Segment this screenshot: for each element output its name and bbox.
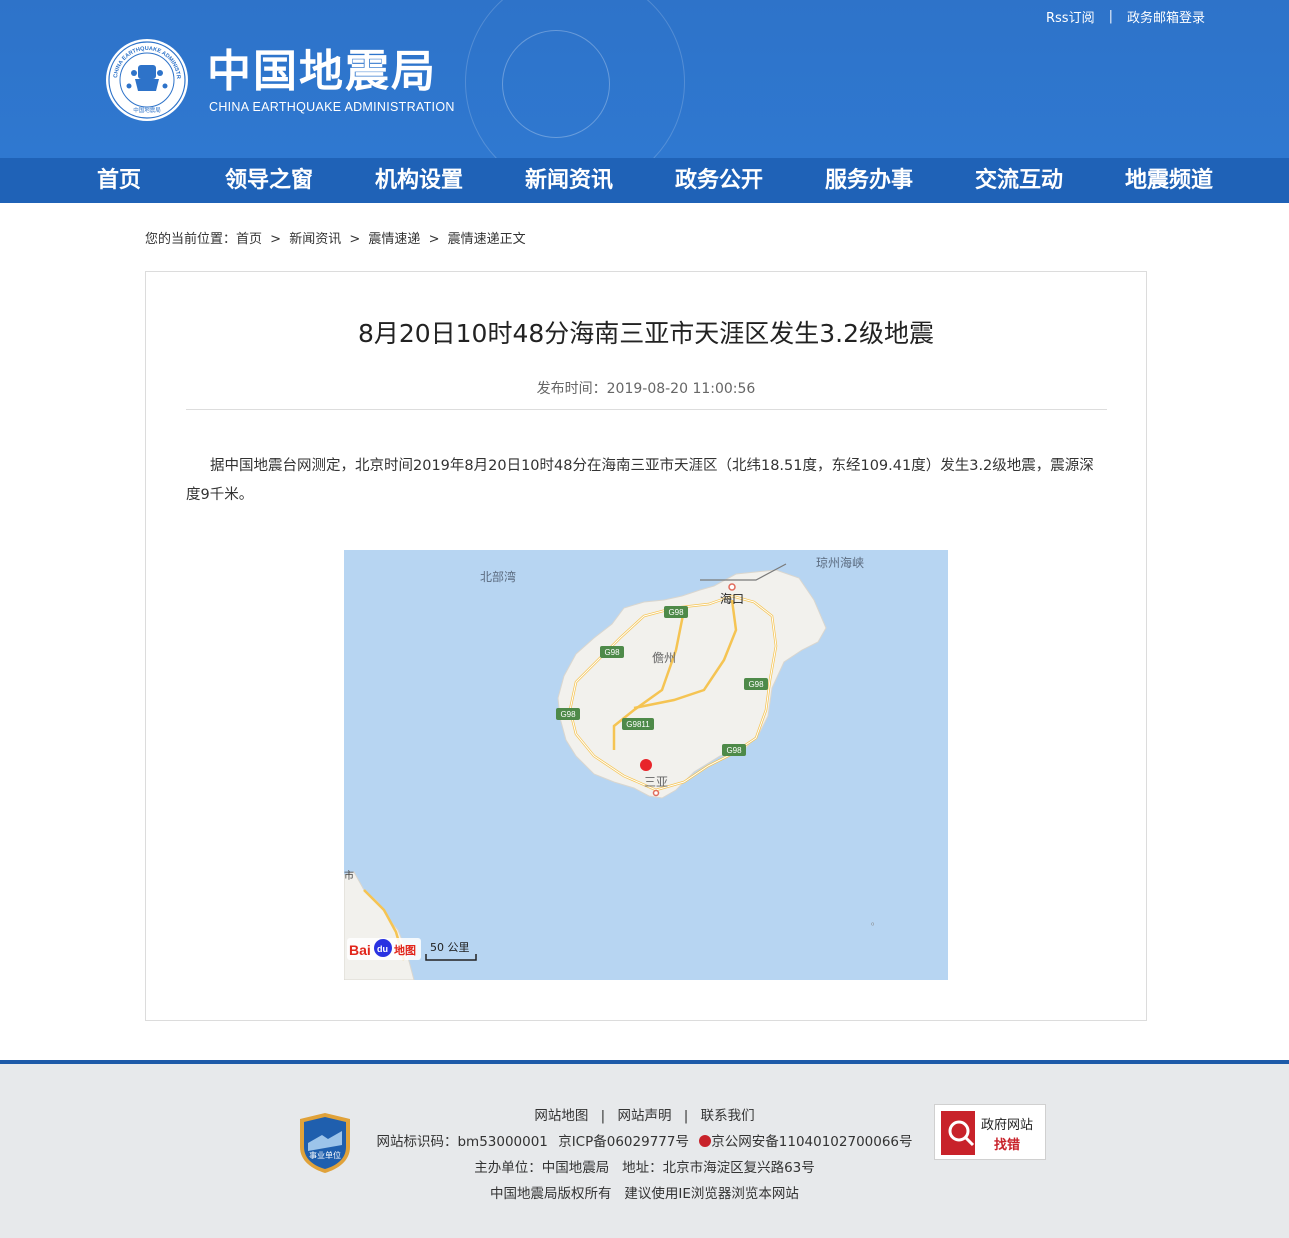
road-label-g98: G98 [604,648,620,657]
icp-number[interactable]: 京ICP备06029777号 [558,1134,689,1150]
footer-link-separator: | [600,1108,606,1124]
police-record-number[interactable]: 京公网安备11040102700066号 [711,1134,912,1150]
map-label-danzhou: 儋州 [652,651,676,665]
nav-item-earthquake-channel[interactable]: 地震频道 [1110,158,1228,203]
top-links: Rss订阅 | 政务邮箱登录 [1046,7,1205,26]
main-nav: 首页 领导之窗 机构设置 新闻资讯 政务公开 服务办事 交流互动 地震频道 [0,158,1289,203]
error-report-icon: 政府网站 找错 [941,1111,1033,1155]
haikou-dot-icon [728,583,736,591]
map-label-haikou: 海口 [720,591,744,606]
footer-registration: 网站标识码：bm53000001 京ICP备06029777号 京公网安备110… [0,1130,1289,1150]
map-island-mark: ⁰ [871,921,874,930]
nav-item-leaders[interactable]: 领导之窗 [210,158,328,203]
footer-link-separator: | [683,1108,689,1124]
title-divider [186,409,1107,410]
sanya-dot-icon [652,789,660,797]
nav-item-services[interactable]: 服务办事 [810,158,928,203]
breadcrumb-separator: > [349,232,361,247]
emblem-bottom-text: 中国地震局 [133,106,161,114]
link-separator: | [1108,9,1113,24]
road-label-g98: G98 [560,710,576,719]
article-box: 8月20日10时48分海南三亚市天涯区发生3.2级地震 发布时间：2019-08… [145,271,1147,1021]
article-body: 据中国地震台网测定，北京时间2019年8月20日10时48分在海南三亚市天涯区（… [186,458,1094,503]
site-logo-title[interactable]: 中国地震局 [207,44,437,100]
nav-item-public-affairs[interactable]: 政务公开 [660,158,778,203]
breadcrumb-prefix: 您的当前位置： [145,232,237,247]
site-id-code: 网站标识码：bm53000001 [376,1134,548,1150]
map-label-sanya: 三亚 [644,775,668,789]
breadcrumb-quake-updates[interactable]: 震情速递 [368,232,420,247]
rss-link[interactable]: Rss订阅 [1046,7,1095,26]
baidu-brand-bai: Bai [349,942,371,958]
nav-item-interaction[interactable]: 交流互动 [960,158,1078,203]
gov-site-error-report-badge[interactable]: 政府网站 找错 [934,1104,1046,1160]
epicenter-marker-icon[interactable] [640,759,652,771]
epicenter-map[interactable]: G98 G98 G98 G98 G9811 G98 北部湾 琼州海峡 海口 儋州… [344,550,948,980]
road-label-g98: G98 [668,608,684,617]
footer-link-sitemap[interactable]: 网站地图 [534,1108,588,1124]
map-label-qiongzhou-strait: 琼州海峡 [816,555,864,570]
breadcrumb-separator: > [270,232,282,247]
police-badge-icon [699,1135,712,1147]
badge-right-bottom: 找错 [994,1137,1020,1153]
road-label-g9811: G9811 [626,720,650,729]
footer-links: 网站地图 | 网站声明 | 联系我们 [0,1104,1289,1124]
publish-time: 发布时间：2019-08-20 11:00:56 [536,381,756,397]
site-header: CHINA EARTHQUAKE ADMINISTRATION 中国地震局 中国… [0,0,1289,158]
site-logo-subtitle: CHINA EARTHQUAKE ADMINISTRATION [209,100,455,114]
baidu-brand-du: du [377,944,388,954]
footer-link-statement[interactable]: 网站声明 [618,1108,672,1124]
map-label-partial-city: 市 [344,869,354,882]
badge-right-top: 政府网站 [981,1118,1033,1133]
baidu-map-logo: Bai du 地图 [347,938,421,960]
breadcrumb-current[interactable]: 震情速递正文 [448,232,526,247]
map-label-beibu-gulf: 北部湾 [480,569,516,584]
road-label-g98: G98 [748,680,764,689]
decorative-ring [502,30,610,138]
site-footer: 事业单位 网站地图 | 网站声明 | 联系我们 网站标识码：bm53000001… [0,1064,1289,1238]
baidu-brand-suffix: 地图 [394,943,416,957]
breadcrumb: 您的当前位置：首页 > 新闻资讯 > 震情速递 > 震情速递正文 [145,228,526,247]
article-title: 8月20日10时48分海南三亚市天涯区发生3.2级地震 [357,319,935,348]
road-label-g98: G98 [726,746,742,755]
nav-item-news[interactable]: 新闻资讯 [510,158,628,203]
footer-link-contact[interactable]: 联系我们 [701,1108,755,1124]
map-scale-label: 50 公里 [430,941,470,954]
gov-mail-login-link[interactable]: 政务邮箱登录 [1127,7,1205,26]
breadcrumb-news[interactable]: 新闻资讯 [289,232,341,247]
footer-copyright: 中国地震局版权所有 建议使用IE浏览器浏览本网站 [490,1186,799,1202]
map-canvas: G98 G98 G98 G98 G9811 G98 北部湾 琼州海峡 海口 儋州… [344,550,948,980]
nav-item-organization[interactable]: 机构设置 [360,158,478,203]
nav-item-home[interactable]: 首页 [70,158,168,203]
breadcrumb-separator: > [428,232,440,247]
footer-host-address: 主办单位：中国地震局 地址：北京市海淀区复兴路63号 [474,1160,815,1176]
cea-emblem-icon[interactable]: CHINA EARTHQUAKE ADMINISTRATION 中国地震局 [105,38,189,122]
breadcrumb-home[interactable]: 首页 [236,232,262,247]
